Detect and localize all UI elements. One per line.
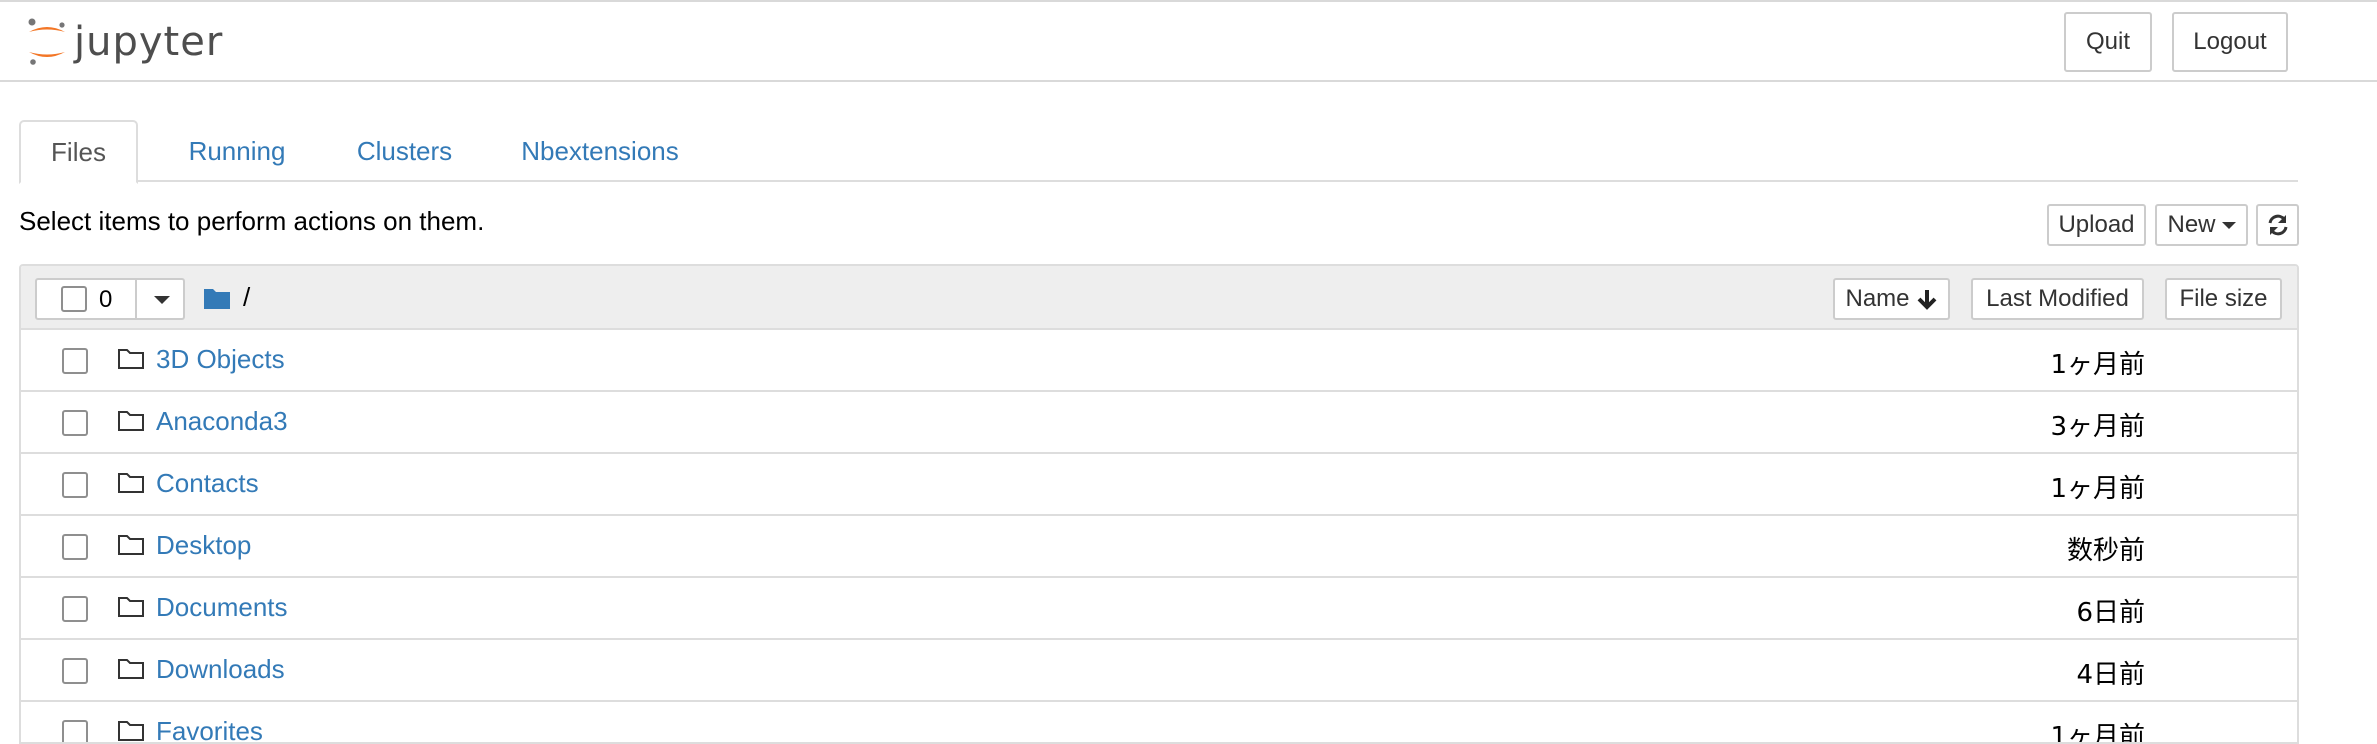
refresh-button[interactable] [2256,204,2299,246]
tab-clusters[interactable]: Clusters [332,120,477,182]
sort-by-last-modified-button[interactable]: Last Modified [1971,278,2144,320]
last-modified: 1ヶ月前 [2050,722,2145,744]
file-name-link[interactable]: Downloads [156,654,285,685]
arrow-down-icon [1917,290,1936,310]
quit-button[interactable]: Quit [2064,12,2152,72]
jupyter-logo-icon [28,18,65,65]
folder-icon[interactable] [203,286,231,310]
list-item[interactable]: Anaconda3 3ヶ月前 [21,392,2297,454]
row-checkbox[interactable] [62,472,88,498]
last-modified: 1ヶ月前 [2050,474,2145,504]
tab-running[interactable]: Running [162,120,312,182]
file-name-link[interactable]: Documents [156,592,288,623]
sort-by-name-button[interactable]: Name [1833,278,1950,320]
folder-icon [118,411,144,431]
top-header: jupyter Quit Logout [0,0,2377,82]
select-all-checkbox[interactable] [61,286,87,312]
last-modified: 4日前 [2076,660,2145,690]
tab-bar: Files Running Clusters Nbextensions [19,120,2298,184]
list-item[interactable]: Desktop 数秒前 [21,516,2297,578]
select-all-group: 0 [35,278,185,320]
row-checkbox[interactable] [62,410,88,436]
folder-icon [118,349,144,369]
file-name-link[interactable]: Desktop [156,530,251,561]
logo-text: jupyter [74,19,224,65]
jupyter-logo[interactable]: jupyter [24,12,223,72]
name-column-label: Name [1845,285,1910,312]
folder-icon [118,473,144,493]
file-name-link[interactable]: Favorites [156,716,263,742]
folder-icon [118,535,144,555]
row-checkbox[interactable] [62,720,88,742]
row-checkbox[interactable] [62,534,88,560]
file-name-link[interactable]: Contacts [156,468,259,499]
upload-button[interactable]: Upload [2047,204,2146,246]
selection-hint: Select items to perform actions on them. [19,206,485,236]
logout-button[interactable]: Logout [2172,12,2288,72]
folder-icon [118,597,144,617]
chevron-down-icon [2221,221,2236,229]
list-item[interactable]: Favorites 1ヶ月前 [21,702,2297,744]
row-checkbox[interactable] [62,596,88,622]
breadcrumb-root[interactable]: / [243,282,250,313]
tab-nbextensions[interactable]: Nbextensions [497,120,703,182]
file-list-header: 0 / Name Last Modified File size [21,266,2297,330]
row-checkbox[interactable] [62,658,88,684]
last-modified: 3ヶ月前 [2050,412,2145,442]
file-name-link[interactable]: Anaconda3 [156,406,288,437]
list-item[interactable]: Documents 6日前 [21,578,2297,640]
breadcrumb: / [203,282,250,313]
row-checkbox[interactable] [62,348,88,374]
selected-count: 0 [99,286,113,313]
list-item[interactable]: Downloads 4日前 [21,640,2297,702]
tab-files[interactable]: Files [19,120,138,184]
last-modified: 数秒前 [2066,536,2145,566]
select-divider [135,280,137,318]
list-item[interactable]: 3D Objects 1ヶ月前 [21,330,2297,392]
list-item[interactable]: Contacts 1ヶ月前 [21,454,2297,516]
select-menu-chevron-icon[interactable] [154,296,170,304]
new-dropdown-button[interactable]: New [2155,204,2248,246]
last-modified: 1ヶ月前 [2050,350,2145,380]
folder-icon [118,721,144,741]
folder-icon [118,659,144,679]
refresh-icon [2268,214,2287,236]
last-modified: 6日前 [2076,598,2145,628]
file-list: 0 / Name Last Modified File size 3D Obje… [19,264,2299,744]
new-label: New [2167,211,2216,238]
file-name-link[interactable]: 3D Objects [156,344,285,375]
sort-by-file-size-button[interactable]: File size [2165,278,2282,320]
